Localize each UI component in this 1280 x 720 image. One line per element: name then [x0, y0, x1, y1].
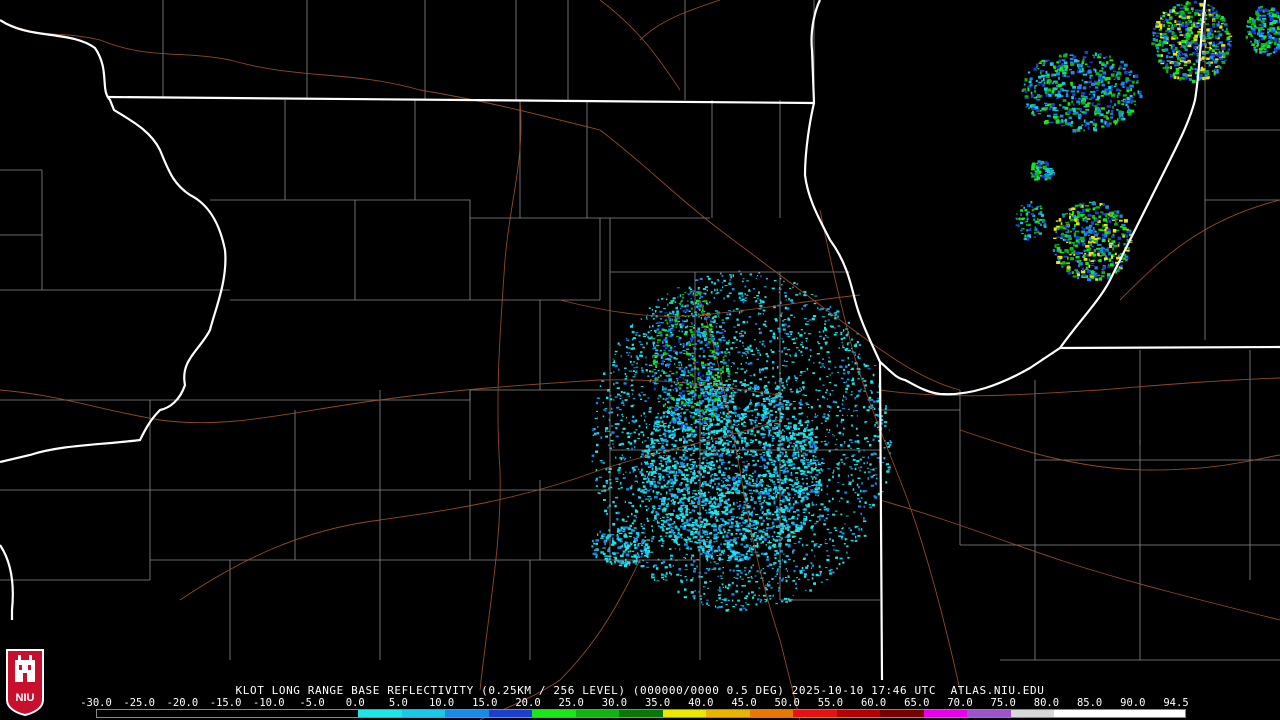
colorbar-segment — [749, 710, 794, 717]
colorbar-segment — [140, 710, 185, 717]
reflectivity-colorbar — [96, 709, 1186, 718]
scale-label: 0.0 — [345, 697, 365, 709]
colorbar-segment — [401, 710, 446, 717]
scale-label: -10.0 — [252, 697, 285, 709]
colorbar-segment — [662, 710, 707, 717]
scale-label: 60.0 — [860, 697, 887, 709]
scale-label: -25.0 — [123, 697, 155, 709]
scale-label: 55.0 — [817, 697, 844, 709]
colorbar-segment — [314, 710, 359, 717]
scale-label: 25.0 — [558, 697, 584, 709]
colorbar-segment — [1010, 710, 1055, 717]
scale-label: 80.0 — [1033, 697, 1060, 709]
colorbar-segment — [227, 710, 272, 717]
scale-label: 75.0 — [990, 697, 1016, 709]
colorbar-segment — [1097, 710, 1142, 717]
reflectivity-scale-labels: -30.0 -25.0 -20.0 -15.0 -10.0 -5.0 0.0 5.0 10.0 1… — [80, 697, 1196, 709]
colorbar-segment — [358, 710, 402, 717]
colorbar-segment — [532, 710, 576, 717]
colorbar-segment — [923, 710, 968, 717]
scale-label: 40.0 — [688, 697, 714, 709]
scale-label: 65.0 — [904, 697, 930, 709]
colorbar-segment — [880, 710, 924, 717]
colorbar-segment — [1141, 710, 1185, 717]
scale-label: 45.0 — [731, 697, 757, 709]
colorbar-segment — [706, 710, 750, 717]
colorbar-segment — [97, 710, 141, 717]
niu-logo: NIU — [4, 646, 46, 717]
scale-label: -20.0 — [166, 697, 199, 709]
colorbar-segment — [184, 710, 228, 717]
scale-label: 5.0 — [388, 697, 408, 709]
colorbar-segment — [271, 710, 315, 717]
scale-label: 20.0 — [515, 697, 541, 709]
scale-label: 90.0 — [1120, 697, 1146, 709]
colorbar-segment — [445, 710, 489, 717]
scale-label: 35.0 — [644, 697, 671, 709]
colorbar-segment — [619, 710, 663, 717]
scale-label: -15.0 — [209, 697, 242, 709]
scale-label: 15.0 — [472, 697, 498, 709]
scale-label: -5.0 — [299, 697, 325, 709]
scale-label: 50.0 — [774, 697, 800, 709]
scale-label: 10.0 — [428, 697, 455, 709]
radar-map — [0, 0, 1280, 720]
scale-label: -30.0 — [80, 697, 112, 709]
scale-label: 70.0 — [947, 697, 973, 709]
colorbar-segment — [1054, 710, 1098, 717]
colorbar-segment — [836, 710, 881, 717]
scale-label: 30.0 — [601, 697, 628, 709]
colorbar-segment — [575, 710, 620, 717]
scale-label: 94.5 — [1163, 697, 1189, 709]
colorbar-segment — [488, 710, 533, 717]
colorbar-segment — [793, 710, 837, 717]
scale-label: 85.0 — [1076, 697, 1103, 709]
colorbar-segment — [967, 710, 1011, 717]
product-caption: KLOT LONG RANGE BASE REFLECTIVITY (0.25K… — [235, 684, 1045, 697]
